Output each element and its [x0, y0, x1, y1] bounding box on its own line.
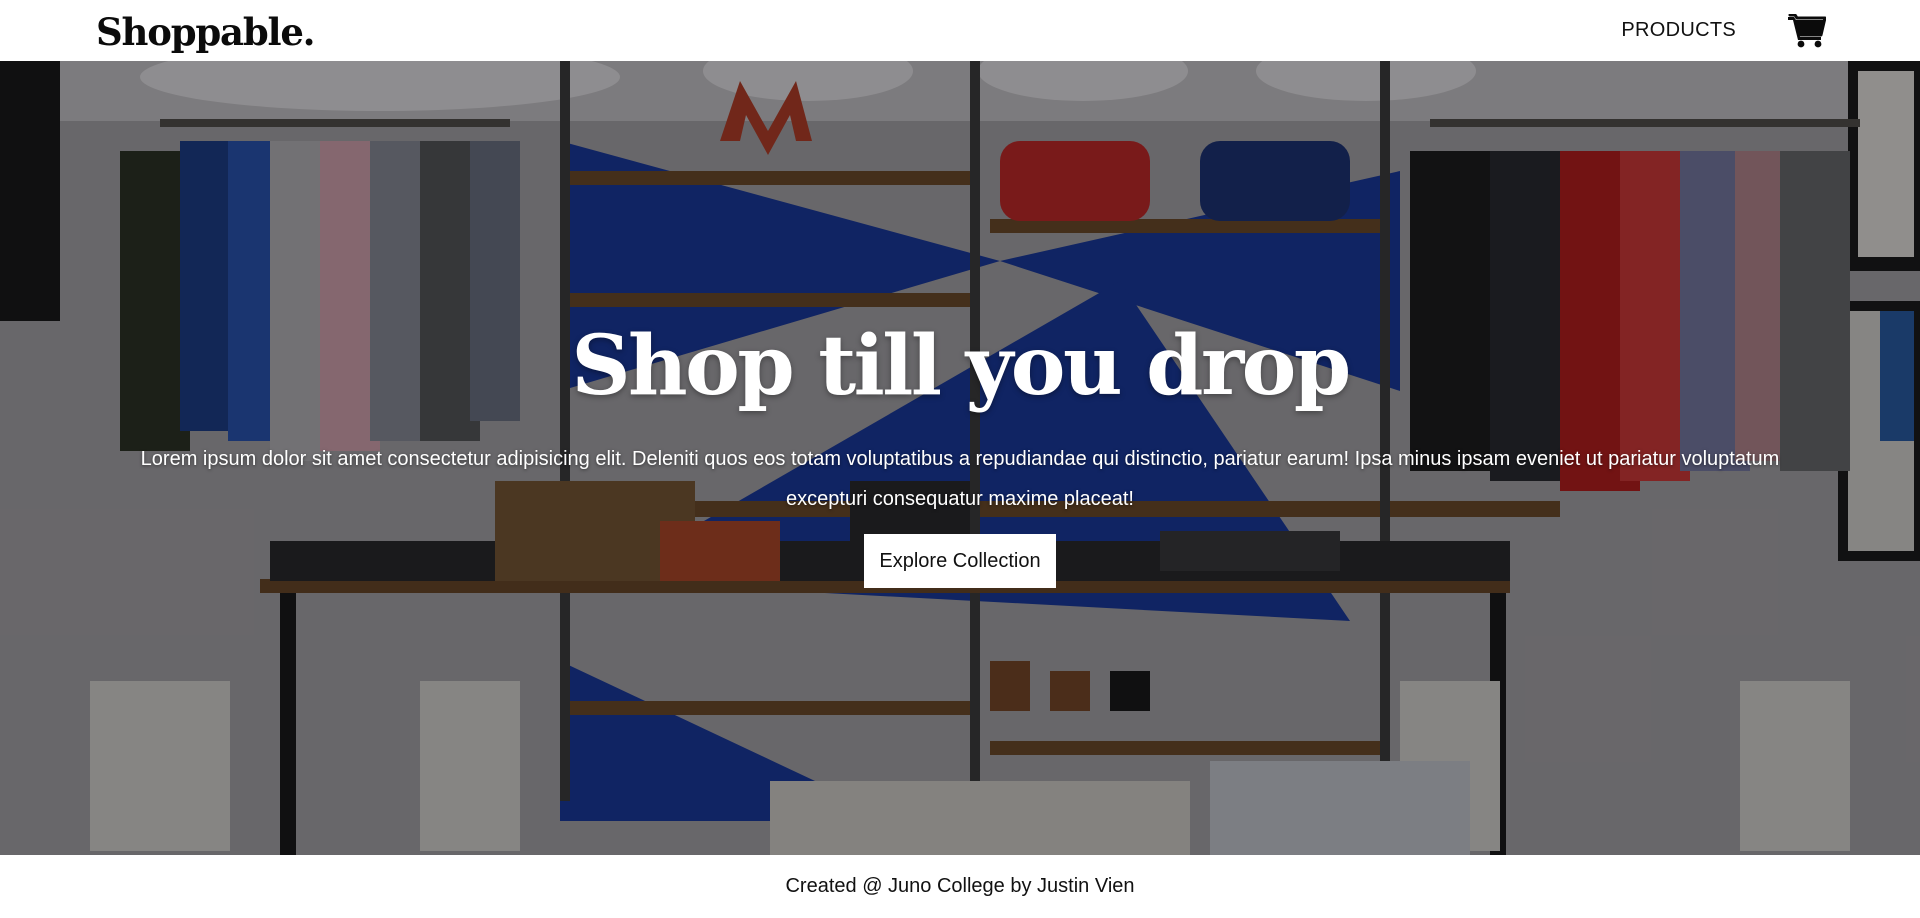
hero-content: Shop till you drop Lorem ipsum dolor sit…: [0, 61, 1920, 855]
site-header: Shoppable. PRODUCTS: [0, 0, 1920, 61]
nav-products-link[interactable]: PRODUCTS: [1621, 19, 1736, 42]
site-footer: Created @ Juno College by Justin Vien: [0, 855, 1920, 918]
shopping-cart-icon[interactable]: [1788, 13, 1826, 48]
hero-title: Shop till you drop: [571, 318, 1351, 414]
footer-credit: Created @ Juno College by Justin Vien: [785, 875, 1135, 897]
hero-section: Shop till you drop Lorem ipsum dolor sit…: [0, 61, 1920, 855]
logo[interactable]: Shoppable.: [96, 10, 316, 54]
explore-collection-button[interactable]: Explore Collection: [864, 534, 1056, 589]
hero-description: Lorem ipsum dolor sit amet consectetur a…: [140, 448, 1780, 511]
main-nav: PRODUCTS: [1621, 13, 1826, 48]
